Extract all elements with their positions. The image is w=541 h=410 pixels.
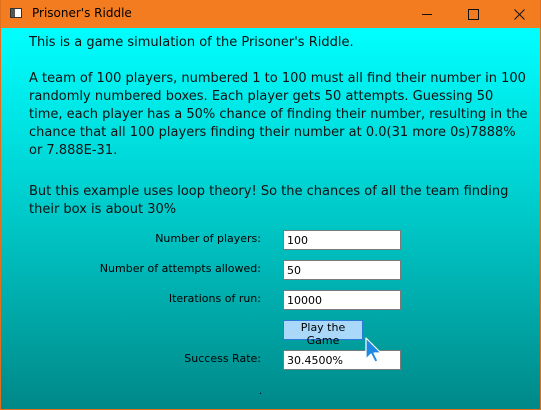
close-icon [513, 8, 525, 20]
maximize-icon [467, 8, 479, 20]
play-game-button[interactable]: Play the Game [283, 320, 363, 347]
app-window-icon [10, 8, 22, 18]
minimize-icon [422, 13, 432, 15]
players-label: Number of players: [155, 232, 261, 245]
description-text: A team of 100 players, numbered 1 to 100… [29, 71, 528, 158]
mouse-pointer-icon [365, 337, 382, 363]
players-input[interactable] [283, 230, 401, 250]
close-button[interactable] [496, 0, 540, 28]
iterations-input[interactable] [283, 290, 401, 310]
minimize-button[interactable] [404, 0, 450, 28]
loop-theory-text: But this example uses loop theory! So th… [29, 184, 509, 217]
maximize-button[interactable] [450, 0, 496, 28]
iterations-label: Iterations of run: [168, 292, 261, 305]
success-rate-label: Success Rate: [184, 352, 261, 365]
window-title: Prisoner's Riddle [32, 6, 132, 20]
footer-dot: . [259, 386, 263, 397]
app-window: Prisoner's Riddle This is a game simulat… [0, 0, 541, 410]
attempts-label: Number of attempts allowed: [99, 262, 261, 275]
title-bar[interactable]: Prisoner's Riddle [1, 0, 540, 28]
attempts-input[interactable] [283, 260, 401, 280]
main-panel: This is a game simulation of the Prisone… [1, 28, 540, 409]
intro-text: This is a game simulation of the Prisone… [29, 35, 354, 50]
